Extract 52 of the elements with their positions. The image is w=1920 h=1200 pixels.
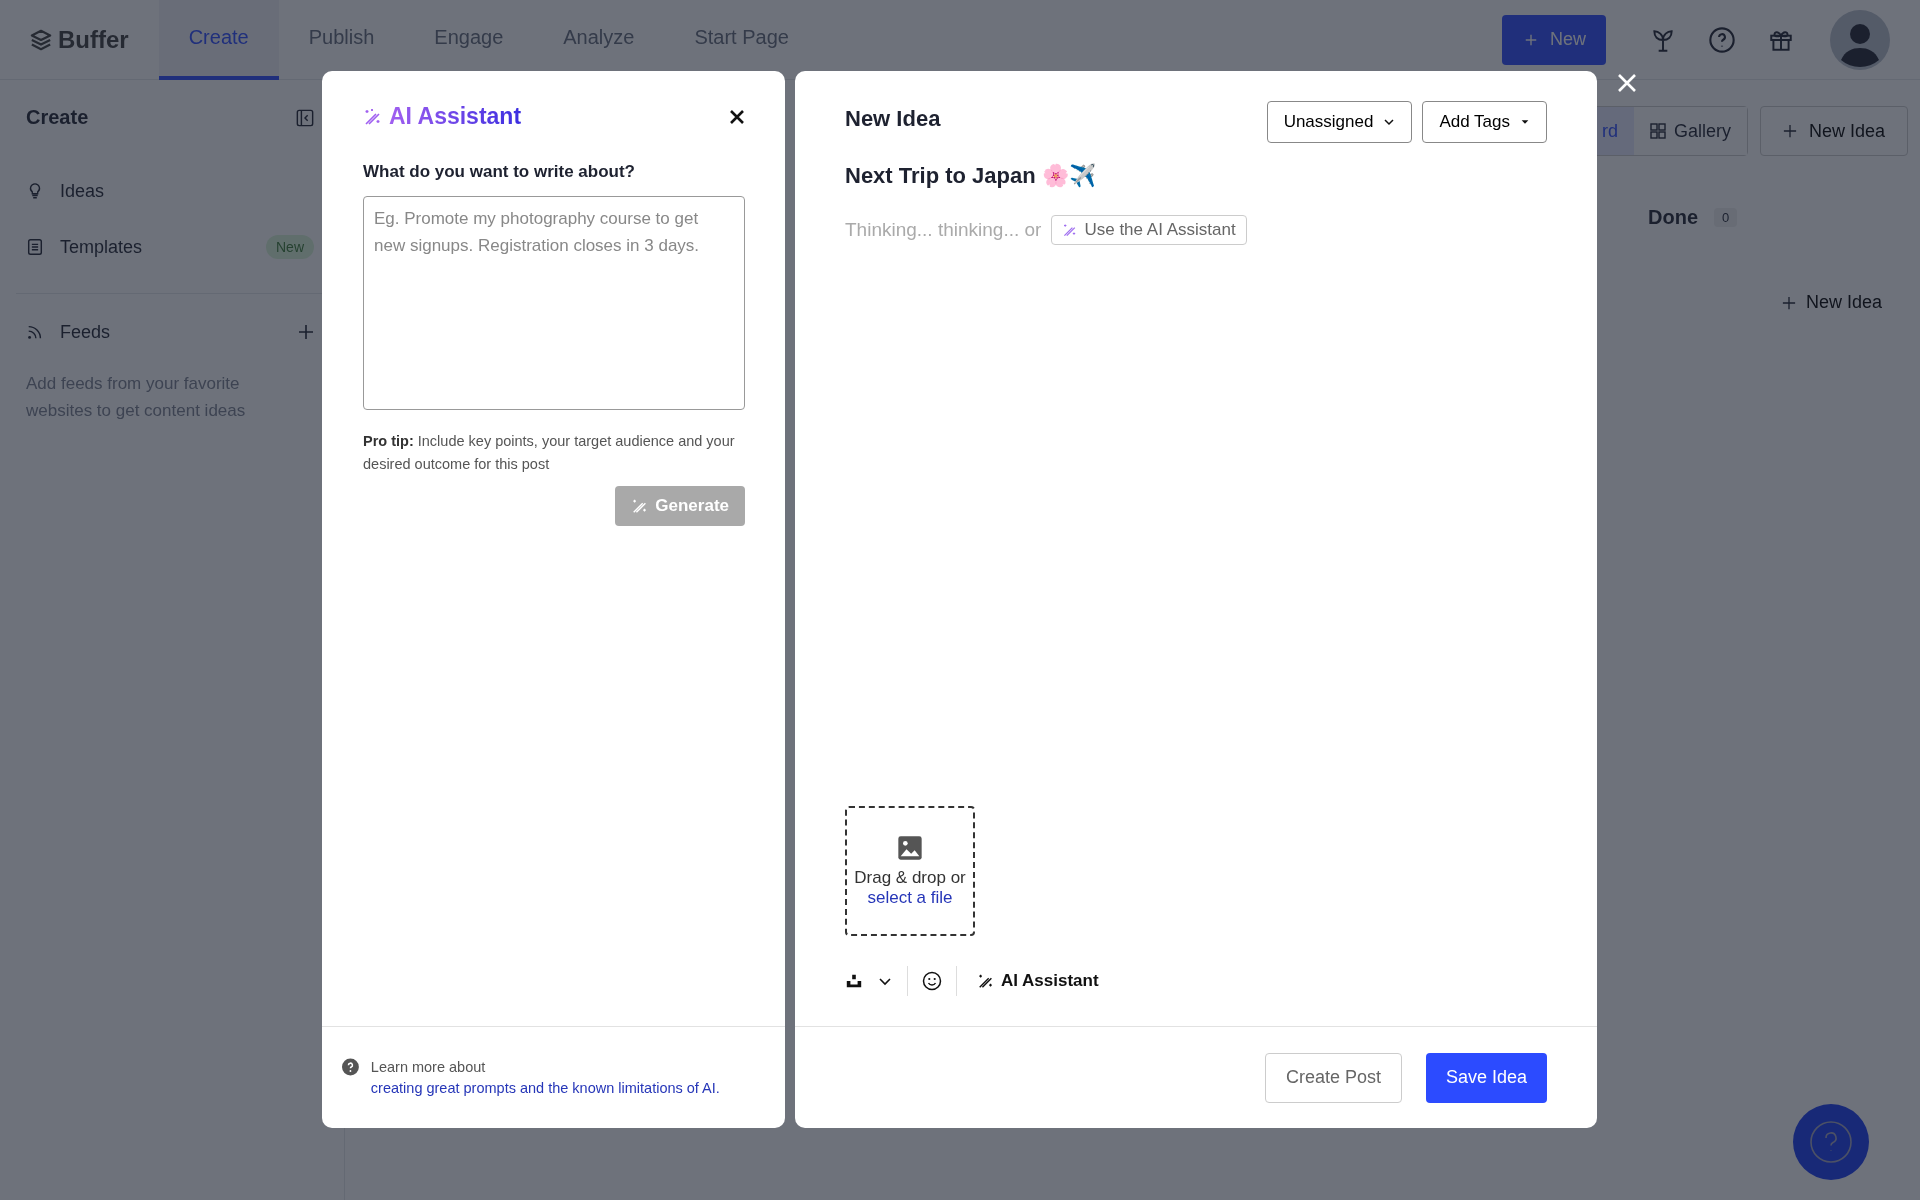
save-idea-button[interactable]: Save Idea [1425,1052,1547,1103]
help-icon [1809,1120,1853,1164]
collapse-sidebar-icon[interactable] [296,108,314,127]
nav-tab[interactable]: Create [158,0,279,80]
sidebar-title: Create [26,106,89,129]
document-icon [26,238,44,256]
stack-icon[interactable] [845,972,863,990]
sidebar-item[interactable]: Templates New [26,219,344,275]
close-icon[interactable] [729,108,745,125]
new-badge: New [266,235,314,259]
image-icon [896,834,924,862]
select-file-link[interactable]: select a file [867,888,953,907]
prompt-label: What do you want to write about? [363,162,636,182]
plus-icon [1781,295,1796,310]
nav-tab[interactable]: Publish [278,0,405,80]
new-idea-button[interactable]: New Idea [1759,106,1908,156]
panel-title: New Idea [845,105,941,132]
column-count: 0 [1714,208,1738,227]
nav-tab[interactable]: Analyze [533,0,665,80]
plus-icon [1524,32,1538,47]
learn-more-text: Learn more about creating great prompts and the known limitations of AI. [370,1058,721,1098]
buffer-logo[interactable]: Buffer [30,25,129,54]
new-button[interactable]: New [1502,14,1606,65]
nav-tab[interactable]: Engage [404,0,534,80]
add-feed-icon[interactable] [298,324,314,340]
upload-text: Drag & drop or select a file [853,868,967,908]
help-icon [342,1057,359,1077]
chevron-down-icon [1383,116,1396,128]
avatar-icon[interactable] [1830,9,1890,70]
prompt-field[interactable]: Eg. Promote my photography course to get new signups. Registration closes in 3 days. [363,196,745,410]
idea-title-field[interactable]: Next Trip to Japan 🌸✈ [845,163,1547,189]
add-idea-button[interactable]: New Idea [1775,291,1888,314]
use-ai-assistant-button[interactable]: Use the AI Assistant [1051,215,1247,245]
magic-wand-icon [363,106,383,127]
pro-tip-text: Pro tip: Include key points, your target audience and your desired outcome for this post [363,432,736,474]
grid-icon [1649,123,1666,139]
media-upload-area[interactable]: Drag & drop or select a file [845,806,975,936]
plus-icon [1782,124,1797,138]
nav-tab[interactable]: Start Page [664,0,819,80]
rss-icon [26,323,44,341]
ai-assistant-button[interactable]: AI Assistant [971,970,1105,992]
create-post-button[interactable]: Create Post [1264,1052,1402,1103]
prompts-guide-link[interactable]: creating great prompts and the known limitations of AI. [370,1080,720,1096]
magic-wand-icon [977,972,995,990]
add-tags-dropdown[interactable]: Add Tags [1422,101,1547,143]
idea-body-placeholder[interactable]: Thinking... thinking... or [845,219,1042,241]
sidebar-item[interactable]: Ideas [26,163,344,219]
feeds-label[interactable]: Feeds [60,321,111,343]
emoji-icon[interactable] [922,971,942,991]
column-title: Done [1648,206,1698,229]
assignee-dropdown[interactable]: Unassigned [1266,101,1413,143]
help-icon[interactable] [1708,25,1736,54]
